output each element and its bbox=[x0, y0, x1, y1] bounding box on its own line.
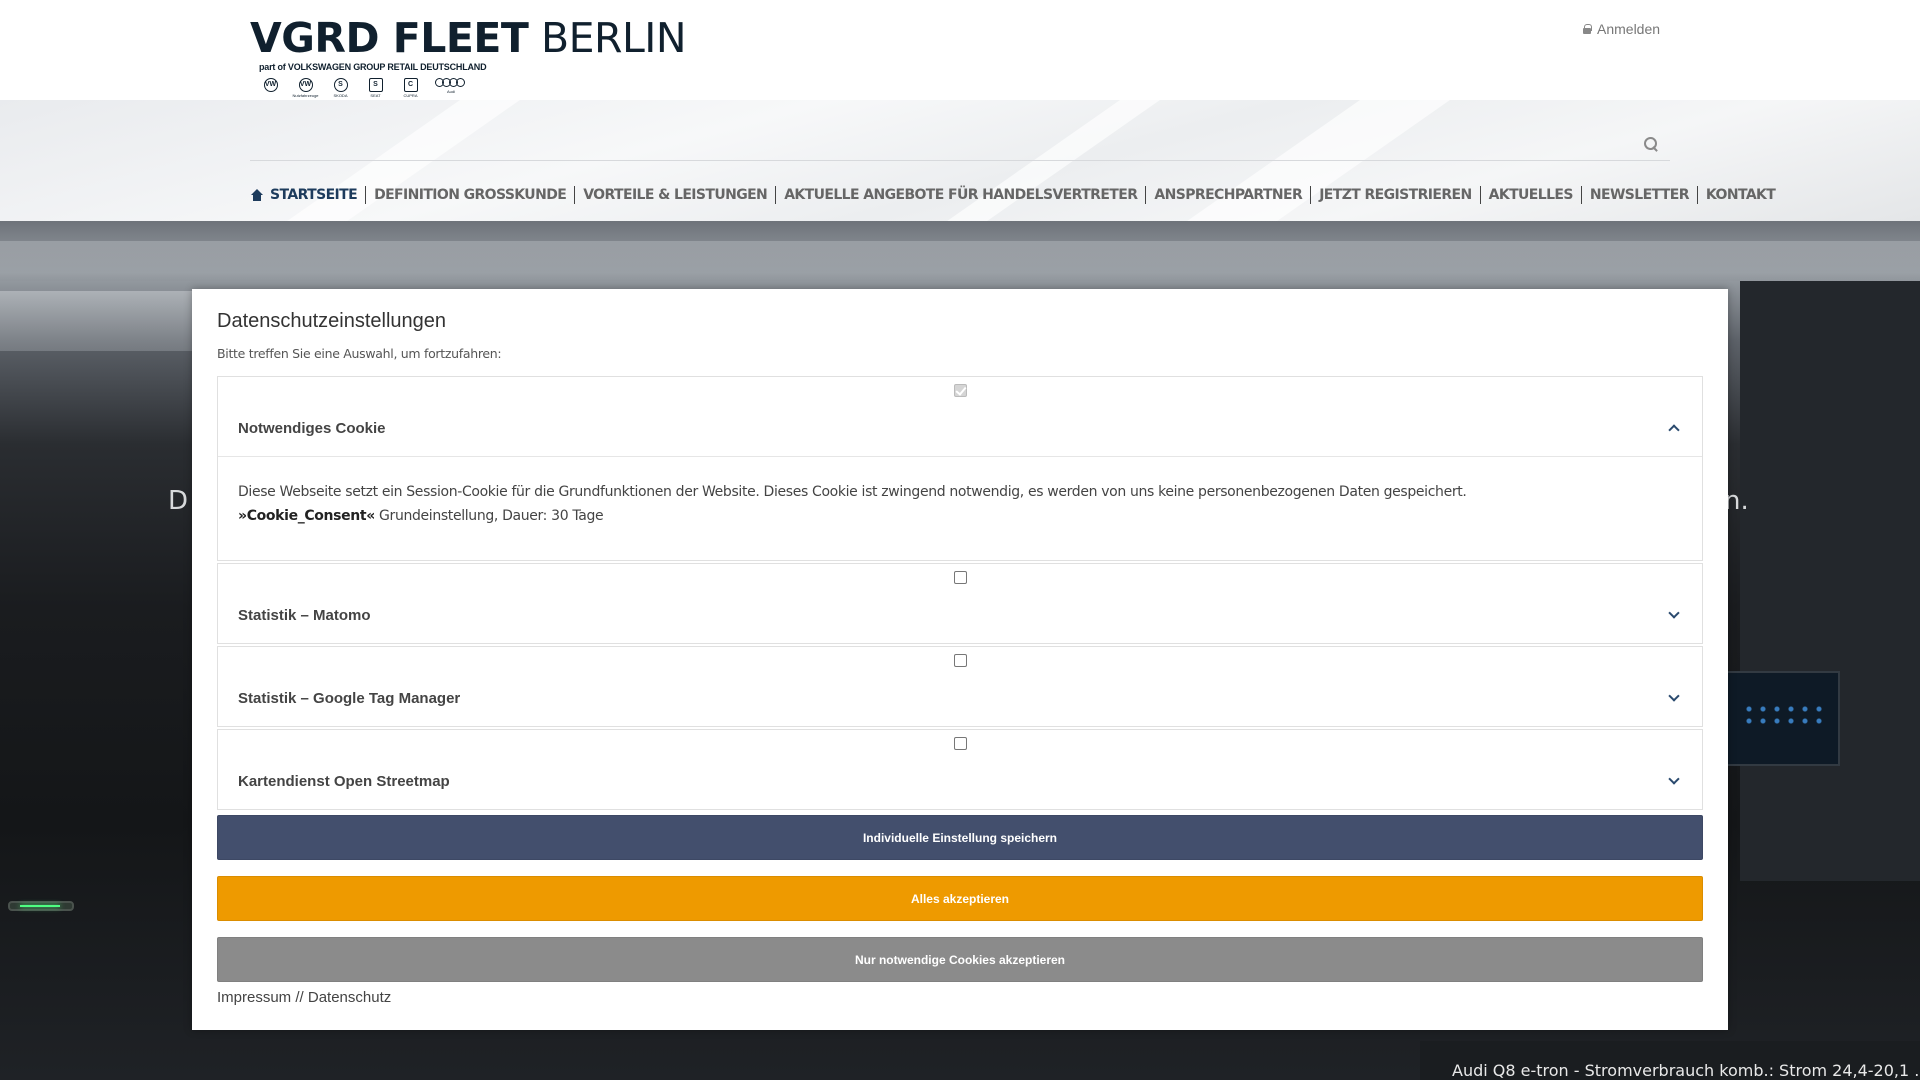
skoda-logo-icon: S bbox=[333, 78, 348, 92]
cookie-panel-header[interactable]: Kartendienst Open Streetmap bbox=[218, 730, 1702, 809]
matomo-checkbox[interactable] bbox=[954, 571, 967, 584]
brand-seat: S SEAT bbox=[365, 78, 386, 98]
nav-item-kontakt[interactable]: KONTAKT bbox=[1698, 186, 1783, 204]
brand-logos: VW VW Nutzfahrzeuge S SKODA S SEAT C CUP… bbox=[260, 78, 650, 98]
save-individual-settings-button[interactable]: Individuelle Einstellung speichern bbox=[217, 815, 1703, 860]
login-link[interactable]: Anmelden bbox=[1583, 21, 1660, 37]
nav-item-ansprechpartner[interactable]: ANSPRECHPARTNER bbox=[1146, 186, 1312, 204]
seat-logo-icon: S bbox=[368, 78, 383, 92]
impressum-link[interactable]: Impressum bbox=[217, 989, 291, 1006]
nav-item-label: STARTSEITE bbox=[270, 187, 358, 203]
cookie-panel-matomo: Statistik – Matomo bbox=[217, 563, 1703, 644]
nav-band: STARTSEITE DEFINITION GROSSKUNDE VORTEIL… bbox=[0, 100, 1920, 221]
chevron-down-icon[interactable] bbox=[1669, 777, 1679, 787]
chevron-up-icon[interactable] bbox=[1669, 424, 1679, 434]
brand-name: CUPRA bbox=[403, 93, 418, 98]
vw-logo-icon: VW bbox=[263, 78, 278, 92]
brand-name: Audi bbox=[446, 89, 455, 94]
main-nav: STARTSEITE DEFINITION GROSSKUNDE VORTEIL… bbox=[250, 186, 1783, 204]
cookie-label: Notwendiges Cookie bbox=[238, 420, 386, 437]
vw-nutzfahrzeuge-logo-icon: VW bbox=[298, 78, 313, 92]
logo-title-light: BERLIN bbox=[540, 14, 687, 62]
cupra-logo-icon: C bbox=[403, 78, 418, 92]
open-streetmap-checkbox[interactable] bbox=[954, 737, 967, 750]
nav-item-aktuelle-angebote[interactable]: AKTUELLE ANGEBOTE FÜR HANDELSVERTRETER bbox=[776, 186, 1147, 204]
nav-item-startseite[interactable]: STARTSEITE bbox=[250, 186, 367, 204]
search-input[interactable] bbox=[250, 160, 1670, 161]
chevron-down-icon[interactable] bbox=[1669, 694, 1679, 704]
privacy-settings-modal: Datenschutzeinstellungen Bitte treffen S… bbox=[192, 289, 1728, 1030]
brand-cupra: C CUPRA bbox=[400, 78, 421, 98]
hero-beam bbox=[0, 241, 1920, 281]
brand-vw-nutzfahrzeuge: VW Nutzfahrzeuge bbox=[292, 78, 319, 98]
audi-rings-icon bbox=[435, 78, 465, 88]
cookie-description-text: Diese Webseite setzt ein Session-Cookie … bbox=[238, 484, 1467, 500]
cookie-label: Statistik – Google Tag Manager bbox=[238, 690, 461, 707]
cookie-description: Diese Webseite setzt ein Session-Cookie … bbox=[218, 456, 1702, 560]
modal-footer-links: Impressum // Datenschutz bbox=[217, 989, 391, 1006]
hero-caption: Audi Q8 e-tron - Stromverbrauch komb.: S… bbox=[1452, 1061, 1920, 1080]
green-light-icon bbox=[8, 901, 74, 911]
cookie-panel-open-streetmap: Kartendienst Open Streetmap bbox=[217, 729, 1703, 810]
hero-wall-panel bbox=[1740, 281, 1920, 881]
nav-item-aktuelles[interactable]: AKTUELLES bbox=[1481, 186, 1582, 204]
hero-text-left: D bbox=[168, 486, 189, 516]
charger-screen bbox=[1720, 671, 1840, 766]
logo-subtitle: part of VOLKSWAGEN GROUP RETAIL DEUTSCHL… bbox=[259, 62, 487, 72]
accept-all-button[interactable]: Alles akzeptieren bbox=[217, 876, 1703, 921]
cookie-name: »Cookie_Consent« bbox=[238, 508, 375, 524]
link-separator: // bbox=[291, 989, 308, 1006]
nav-item-definition-grosskunde[interactable]: DEFINITION GROSSKUNDE bbox=[366, 186, 576, 204]
brand-skoda: S SKODA bbox=[330, 78, 351, 98]
site-logo[interactable]: VGRD FLEET BERLIN part of VOLKSWAGEN GRO… bbox=[250, 14, 687, 100]
datenschutz-link[interactable]: Datenschutz bbox=[308, 989, 391, 1006]
necessary-cookie-checkbox bbox=[954, 384, 967, 397]
brand-name: SKODA bbox=[333, 93, 348, 98]
cookie-label: Kartendienst Open Streetmap bbox=[238, 773, 450, 790]
cookie-panel-google-tag-manager: Statistik – Google Tag Manager bbox=[217, 646, 1703, 727]
google-tag-manager-checkbox[interactable] bbox=[954, 654, 967, 667]
modal-subtitle: Bitte treffen Sie eine Auswahl, um fortz… bbox=[217, 346, 502, 361]
brand-vw: VW bbox=[260, 78, 281, 93]
nav-item-vorteile-leistungen[interactable]: VORTEILE & LEISTUNGEN bbox=[575, 186, 777, 204]
search-icon[interactable] bbox=[1644, 137, 1658, 151]
logo-title: VGRD FLEET BERLIN bbox=[250, 14, 687, 62]
nav-item-jetzt-registrieren[interactable]: JETZT REGISTRIEREN bbox=[1311, 186, 1481, 204]
nav-item-newsletter[interactable]: NEWSLETTER bbox=[1582, 186, 1698, 204]
logo-title-bold: VGRD FLEET bbox=[250, 14, 529, 62]
modal-title: Datenschutzeinstellungen bbox=[217, 310, 447, 332]
cookie-panel-necessary: Notwendiges Cookie Diese Webseite setzt … bbox=[217, 376, 1703, 561]
cookie-label: Statistik – Matomo bbox=[238, 607, 371, 624]
login-label: Anmelden bbox=[1597, 21, 1661, 37]
cookie-panel-header[interactable]: Statistik – Matomo bbox=[218, 564, 1702, 643]
home-icon bbox=[250, 189, 264, 201]
cookie-detail: »Cookie_Consent« Grundeinstellung, Dauer… bbox=[238, 504, 1682, 528]
brand-name: SEAT bbox=[370, 93, 381, 98]
cookie-panel-header[interactable]: Statistik – Google Tag Manager bbox=[218, 647, 1702, 726]
site-header: VGRD FLEET BERLIN part of VOLKSWAGEN GRO… bbox=[0, 0, 1920, 100]
chevron-down-icon[interactable] bbox=[1669, 611, 1679, 621]
cookie-list: Notwendiges Cookie Diese Webseite setzt … bbox=[217, 376, 1703, 812]
cookie-detail-text: Grundeinstellung, Dauer: 30 Tage bbox=[374, 508, 604, 524]
lock-icon bbox=[1583, 24, 1592, 34]
cookie-panel-header[interactable]: Notwendiges Cookie bbox=[218, 377, 1702, 456]
brand-name: Nutzfahrzeuge bbox=[292, 93, 319, 98]
accept-necessary-only-button[interactable]: Nur notwendige Cookies akzeptieren bbox=[217, 937, 1703, 982]
brand-audi: Audi bbox=[435, 78, 467, 94]
